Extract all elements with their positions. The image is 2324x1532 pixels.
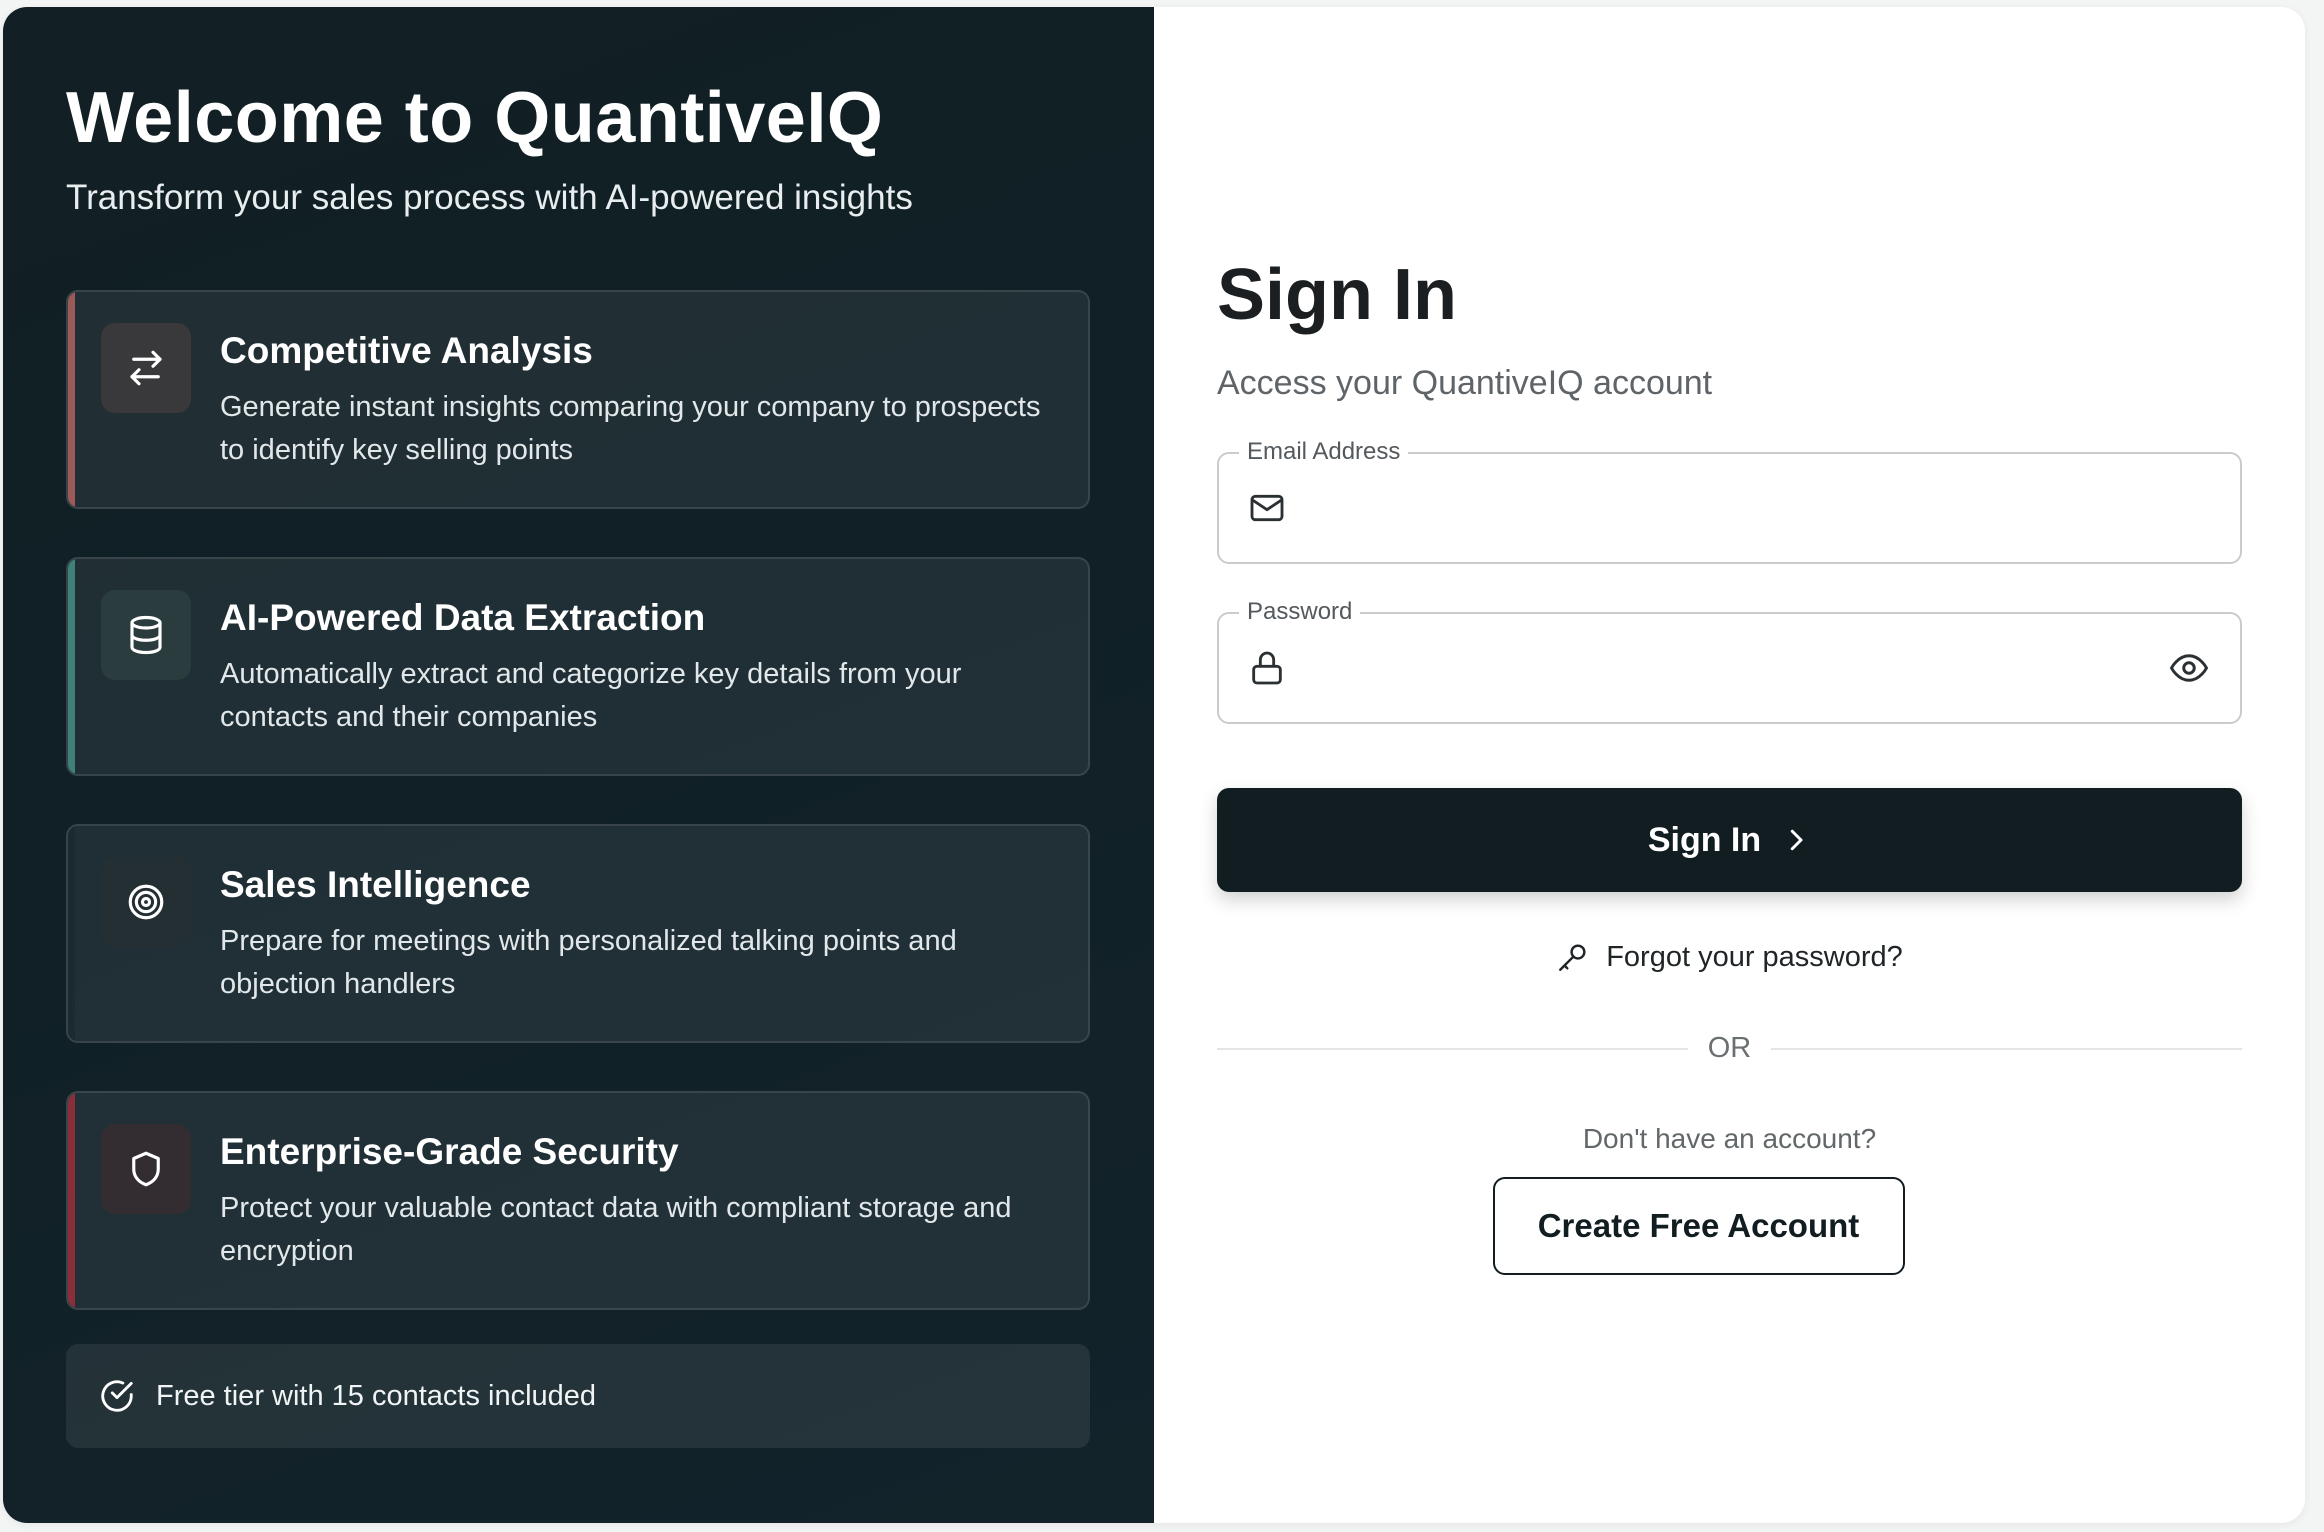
shield-icon — [101, 1124, 191, 1214]
divider-line — [1771, 1047, 2242, 1050]
lock-icon — [1252, 651, 1282, 685]
password-input[interactable] — [1287, 614, 2168, 722]
feature-description: Generate instant insights comparing your… — [220, 391, 1041, 466]
divider-line — [1217, 1047, 1688, 1050]
no-account-text: Don't have an account? — [1582, 1123, 1877, 1154]
feature-title: AI-Powered Data Extraction — [220, 597, 706, 638]
password-label: Password — [1239, 597, 1361, 627]
arrows-exchange-icon — [101, 323, 191, 413]
feature-card-sales-intelligence: Sales Intelligence Prepare for meetings … — [66, 824, 1090, 1043]
feature-card-competitive-analysis: Competitive Analysis Generate instant in… — [66, 290, 1090, 509]
email-field: Email Address — [1217, 437, 2242, 564]
password-field: Password — [1217, 597, 2242, 724]
signin-button-label: Sign In — [1647, 820, 1762, 859]
signin-button[interactable]: Sign In — [1217, 788, 2242, 892]
welcome-title: Welcome to QuantiveIQ — [66, 78, 884, 158]
free-tier-banner: Free tier with 15 contacts included — [66, 1344, 1090, 1448]
check-circle-icon — [101, 1380, 133, 1412]
eye-icon[interactable] — [2168, 647, 2210, 689]
or-divider: OR — [1217, 1032, 2242, 1065]
feature-list: Competitive Analysis Generate instant in… — [66, 290, 1091, 1310]
feature-description: Prepare for meetings with personalized t… — [220, 925, 957, 1000]
key-icon — [1559, 944, 1586, 971]
feature-title: Enterprise-Grade Security — [220, 1131, 679, 1172]
forgot-password-link[interactable]: Forgot your password? — [1217, 940, 2242, 974]
free-tier-text: Free tier with 15 contacts included — [156, 1379, 597, 1412]
database-icon — [101, 590, 191, 680]
marketing-panel: Welcome to QuantiveIQ Transform your sal… — [3, 7, 1154, 1523]
feature-title: Competitive Analysis — [220, 330, 593, 371]
create-account-button[interactable]: Create Free Account — [1492, 1177, 1905, 1275]
welcome-tagline: Transform your sales process with AI-pow… — [66, 178, 913, 217]
feature-description: Automatically extract and categorize key… — [220, 658, 962, 733]
feature-card-data-extraction: AI-Powered Data Extraction Automatically… — [66, 557, 1090, 776]
feature-card-security: Enterprise-Grade Security Protect your v… — [66, 1091, 1090, 1310]
email-input[interactable] — [1287, 454, 2240, 562]
signin-panel: Sign In Access your QuantiveIQ account E… — [1154, 7, 2305, 1523]
mail-icon — [1250, 494, 1284, 522]
signin-title: Sign In — [1217, 255, 1457, 335]
or-label: OR — [1707, 1032, 1752, 1064]
feature-title: Sales Intelligence — [220, 864, 531, 905]
chevron-right-icon — [1790, 829, 1803, 851]
auth-page: Welcome to QuantiveIQ Transform your sal… — [3, 7, 2305, 1523]
signin-subtitle: Access your QuantiveIQ account — [1217, 364, 1713, 402]
email-label: Email Address — [1239, 437, 1409, 467]
feature-description: Protect your valuable contact data with … — [220, 1192, 1012, 1267]
forgot-password-label: Forgot your password? — [1606, 940, 1903, 973]
target-icon — [101, 857, 191, 947]
